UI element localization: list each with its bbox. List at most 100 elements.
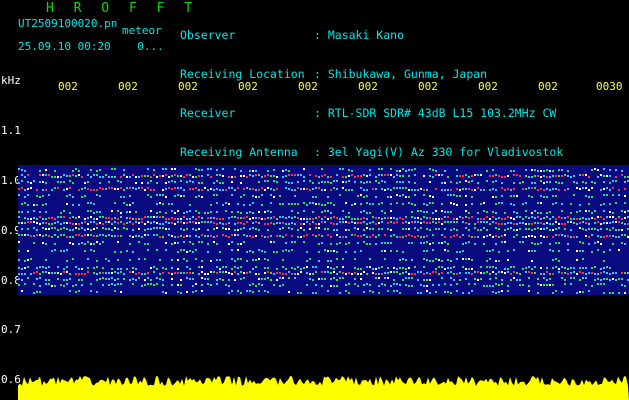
band-pixel [333,285,335,287]
band-pixel [102,216,104,218]
band-pixel [303,202,305,204]
band-pixel [57,216,59,218]
band-pixel [174,181,176,183]
band-pixel [288,291,290,293]
band-pixel [171,273,173,275]
band-pixel [288,271,290,273]
band-pixel [135,182,137,184]
band-pixel [396,283,398,285]
band-pixel [582,242,584,244]
band-pixel [243,217,245,219]
band-pixel [237,290,239,292]
band-pixel [417,229,419,231]
band-pixel [360,203,362,205]
band-pixel [216,259,218,261]
band-pixel [27,228,29,230]
band-pixel [111,223,113,225]
band-pixel [417,279,419,281]
band-pixel [375,273,377,275]
band-pixel [453,228,455,230]
band-pixel [594,242,596,244]
band-pixel [18,267,20,269]
band-pixel [309,228,311,230]
band-pixel [618,236,620,238]
band-pixel [33,221,35,223]
band-pixel [21,180,23,182]
band-pixel [294,241,296,243]
band-pixel [102,176,104,178]
band-pixel [531,268,533,270]
band-pixel [291,249,293,251]
band-pixel [255,259,257,261]
band-pixel [216,211,218,213]
band-pixel [174,168,176,170]
band-pixel [210,271,212,273]
band-pixel [381,242,383,244]
band-pixel [447,267,449,269]
band-pixel [558,234,560,236]
band-pixel [162,267,164,269]
band-pixel [225,228,227,230]
band-pixel [267,277,269,279]
band-pixel [78,204,80,206]
band-pixel [456,258,458,260]
band-pixel [567,216,569,218]
band-pixel [552,223,554,225]
band-pixel [330,250,332,252]
band-pixel [285,242,287,244]
band-pixel [465,188,467,190]
band-pixel [360,218,362,220]
band-pixel [201,175,203,177]
band-pixel [390,285,392,287]
band-pixel [486,229,488,231]
band-pixel [261,278,263,280]
band-pixel [456,229,458,231]
band-pixel [183,212,185,214]
band-pixel [138,258,140,260]
band-pixel [276,251,278,253]
band-pixel [60,234,62,236]
band-pixel [555,221,557,223]
band-pixel [312,266,314,268]
band-pixel [45,279,47,281]
band-pixel [153,266,155,268]
band-pixel [522,218,524,220]
band-pixel [609,229,611,231]
band-pixel [99,176,101,178]
band-pixel [201,169,203,171]
band-pixel [537,216,539,218]
band-pixel [423,266,425,268]
band-pixel [78,216,80,218]
band-pixel [381,228,383,230]
band-pixel [465,242,467,244]
band-pixel [474,174,476,176]
band-pixel [387,228,389,230]
band-pixel [336,188,338,190]
band-pixel [60,181,62,183]
band-pixel [354,203,356,205]
band-pixel [267,259,269,261]
band-pixel [108,260,110,262]
band-pixel [330,202,332,204]
band-pixel [411,259,413,261]
band-pixel [552,273,554,275]
band-pixel [156,222,158,224]
band-pixel [348,292,350,294]
band-pixel [252,236,254,238]
band-pixel [228,187,230,189]
band-pixel [549,243,551,245]
band-pixel [603,210,605,212]
band-pixel [498,251,500,253]
band-pixel [603,194,605,196]
band-pixel [513,223,515,225]
band-pixel [93,174,95,176]
band-pixel [132,174,134,176]
band-pixel [468,229,470,231]
band-pixel [336,285,338,287]
band-pixel [306,218,308,220]
band-pixel [516,212,518,214]
band-pixel [315,235,317,237]
band-pixel [264,236,266,238]
band-pixel [618,221,620,223]
band-pixel [489,278,491,280]
